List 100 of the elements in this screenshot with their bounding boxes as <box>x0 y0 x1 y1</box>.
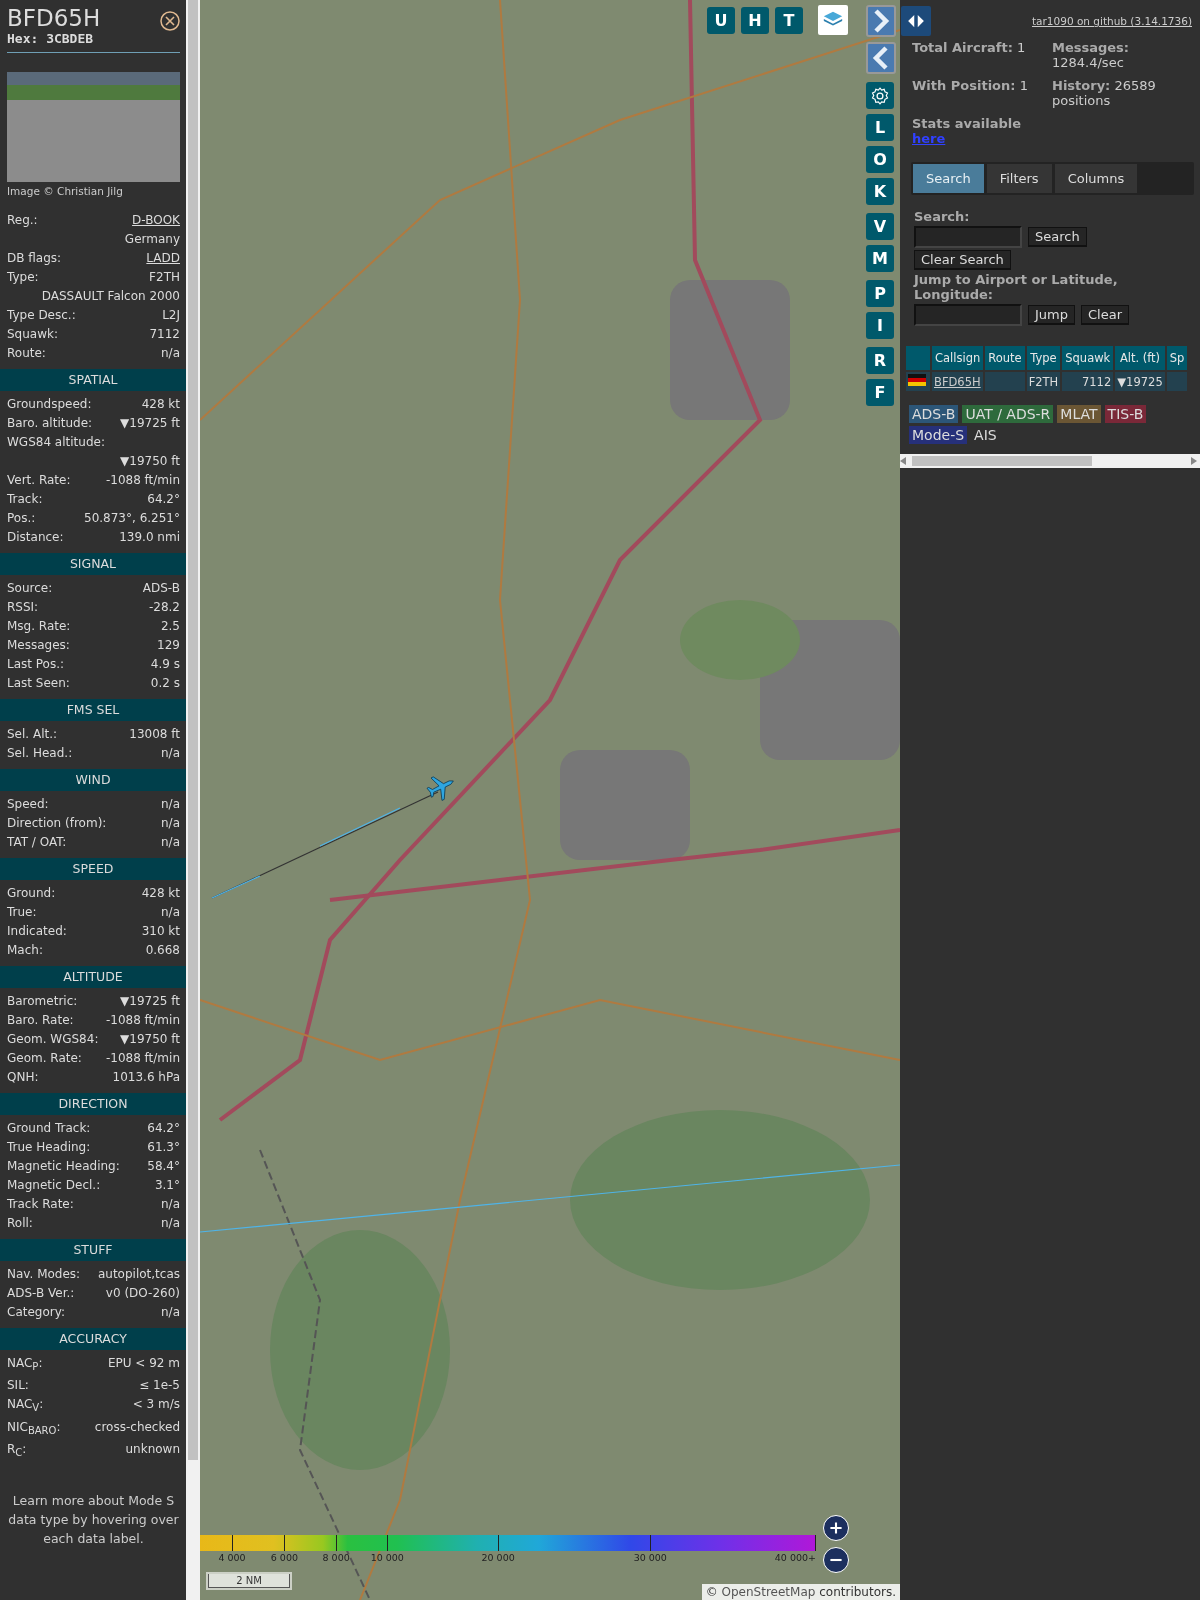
column-header[interactable]: Alt. (ft) <box>1115 346 1165 370</box>
settings-button[interactable] <box>866 82 894 109</box>
field-label: Ground: <box>7 885 56 902</box>
section-header: FMS SEL <box>0 699 186 721</box>
field-label: Mach: <box>7 942 43 959</box>
map-toggle-button[interactable]: K <box>866 178 894 205</box>
field-value: 1013.6 hPa <box>112 1069 180 1086</box>
field-label: Distance: <box>7 529 64 546</box>
jump-button[interactable]: Jump <box>1028 305 1075 325</box>
column-header[interactable]: Callsign <box>932 346 984 370</box>
column-header[interactable]: Squawk <box>1062 346 1114 370</box>
previous-button[interactable] <box>866 42 896 74</box>
column-header[interactable]: Sp <box>1166 346 1188 370</box>
field-label: Nav. Modes: <box>7 1266 81 1283</box>
field-value: n/a <box>161 904 180 921</box>
layers-button[interactable] <box>818 5 848 35</box>
field-value: 7112 <box>149 326 180 343</box>
field-value: n/a <box>161 815 180 832</box>
field-value: v0 (DO-260) <box>105 1285 180 1302</box>
section-header: DIRECTION <box>0 1093 186 1115</box>
field-value: ▼19725 ft <box>120 415 180 432</box>
field-label: Vert. Rate: <box>7 472 71 489</box>
field-link[interactable]: LADD <box>146 249 180 268</box>
flag-icon <box>908 374 926 386</box>
field-label: Category: <box>7 1304 65 1321</box>
field-value: n/a <box>161 796 180 813</box>
field-value: ▼19725 ft <box>120 993 180 1010</box>
altitude-label: 10 000 <box>370 1552 404 1563</box>
map-toggle-button[interactable]: I <box>866 312 894 339</box>
field-label: Groundspeed: <box>7 396 92 413</box>
field-label: RSSI: <box>7 599 39 616</box>
field-label: TAT / OAT: <box>7 834 67 851</box>
field-value: 2.5 <box>160 618 180 635</box>
field-value: n/a <box>161 834 180 851</box>
field-value: -28.2 <box>148 599 180 616</box>
map-toggle-button[interactable]: L <box>866 114 894 141</box>
field-value: 61.3° <box>147 1139 180 1156</box>
tab[interactable]: Search <box>913 164 984 193</box>
field-label: Baro. altitude: <box>7 415 93 432</box>
map-toggle-button[interactable]: H <box>741 6 769 34</box>
field-value: DASSAULT Falcon 2000 <box>41 288 180 305</box>
clear-button[interactable]: Clear <box>1081 305 1129 325</box>
scrollbar[interactable] <box>186 0 200 1600</box>
section-header: WIND <box>0 769 186 791</box>
field-label: Sel. Alt.: <box>7 726 58 743</box>
column-header[interactable]: Route <box>985 346 1025 370</box>
github-link[interactable]: tar1090 on github (3.14.1736) <box>1032 15 1192 27</box>
field-value: 428 kt <box>141 396 180 413</box>
field-label: Last Seen: <box>7 675 70 692</box>
map-toggle-button[interactable]: M <box>866 245 894 272</box>
clear-search-button[interactable]: Clear Search <box>914 250 1011 270</box>
tab[interactable]: Columns <box>1054 164 1138 193</box>
field-label: Type Desc.: <box>7 307 76 324</box>
map-toggle-button[interactable]: R <box>866 347 894 374</box>
field-label: Last Pos.: <box>7 656 65 673</box>
field-value: 50.873°, 6.251° <box>84 510 180 527</box>
stat-text: History: 26589 positions <box>1052 78 1157 108</box>
field-value: 13008 ft <box>129 726 180 743</box>
jump-label: Jump to Airport or Latitude, Longitude: <box>914 272 1119 302</box>
altitude-label: 30 000 <box>633 1552 667 1563</box>
panel-toggle-button[interactable] <box>901 6 931 36</box>
map-toggle-button[interactable]: T <box>775 6 803 34</box>
scrollbar[interactable] <box>900 454 1200 468</box>
source-tag: TIS-B <box>1104 405 1147 423</box>
field-label: NAC$_{V}$: <box>7 1396 44 1416</box>
column-header[interactable]: Type <box>1026 346 1061 370</box>
table-cell: F2TH <box>1026 372 1061 391</box>
close-icon[interactable] <box>160 11 180 31</box>
search-field[interactable] <box>914 226 1022 248</box>
stats-note: Stats available <box>912 116 1023 131</box>
field-label: Ground Track: <box>7 1120 91 1137</box>
field-value: -1088 ft/min <box>105 1050 180 1067</box>
map-toggle-button[interactable]: P <box>866 280 894 307</box>
openstreetmap-link[interactable]: OpenStreetMap <box>721 1585 816 1599</box>
field-label: Source: <box>7 580 53 597</box>
section-header: ACCURACY <box>0 1328 186 1350</box>
jump-field[interactable] <box>914 304 1022 326</box>
map-toggle-button[interactable]: V <box>866 213 894 240</box>
altitude-label: 8 000 <box>322 1552 350 1563</box>
map-toggle-button[interactable]: U <box>707 6 735 34</box>
field-value: cross-checked <box>94 1418 180 1436</box>
field-value: 129 <box>157 637 180 654</box>
altitude-label: 20 000 <box>481 1552 515 1563</box>
field-value: F2TH <box>149 269 180 286</box>
scale-bar: 2 NM <box>208 1574 290 1588</box>
map-toggle-button[interactable]: F <box>866 379 894 406</box>
map-toggle-button[interactable]: O <box>866 146 894 173</box>
field-label: Reg.: <box>7 212 38 229</box>
source-tag: ADS-B <box>909 405 959 423</box>
field-value: 64.2° <box>147 1120 180 1137</box>
section-header: ALTITUDE <box>0 966 186 988</box>
tab[interactable]: Filters <box>986 164 1052 193</box>
field-value: 64.2° <box>147 491 180 508</box>
next-button[interactable] <box>866 5 896 37</box>
hex-code: Hex: 3CBDEB <box>7 31 95 46</box>
field-value: Germany <box>124 231 180 248</box>
field-label: Direction (from): <box>7 815 107 832</box>
field-link[interactable]: D-BOOK <box>132 211 180 230</box>
search-button[interactable]: Search <box>1028 227 1087 247</box>
chevron-left-icon <box>871 46 891 70</box>
